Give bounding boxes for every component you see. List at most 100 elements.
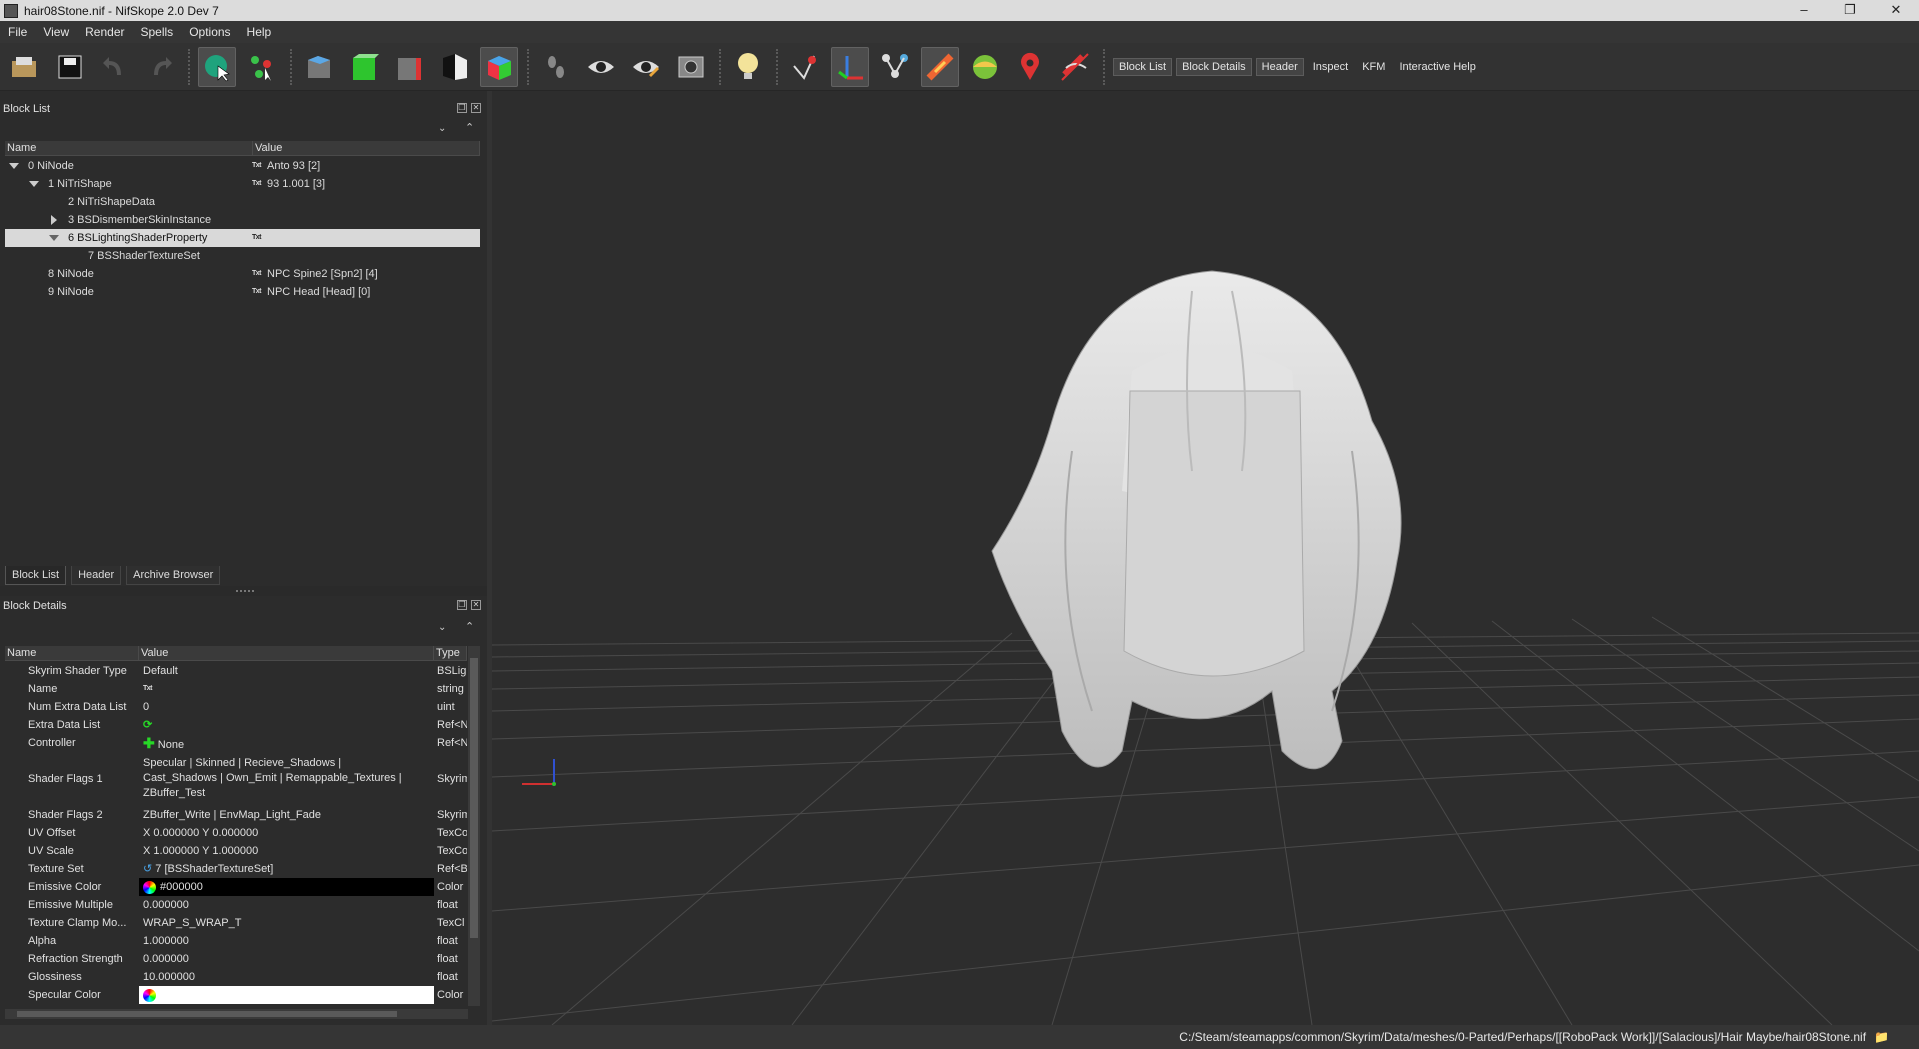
detail-row[interactable]: Specular Color Color	[5, 986, 467, 1004]
save-icon[interactable]	[51, 47, 89, 87]
detail-value[interactable]: #000000	[160, 878, 203, 896]
nodes-icon[interactable]	[876, 47, 914, 87]
toolbar-block-details-button[interactable]: Block Details	[1176, 57, 1252, 76]
details-vertical-scrollbar[interactable]	[468, 646, 480, 1006]
detail-value[interactable]: 10.000000	[139, 968, 434, 986]
detail-value[interactable]: 0	[139, 698, 434, 716]
block-row[interactable]: 9 NiNode Txt NPC Head [Head] [0]	[5, 283, 480, 301]
detail-row[interactable]: UV Offset X 0.000000 Y 0.000000 TexCo	[5, 824, 467, 842]
toolbar-header-button[interactable]: Header	[1255, 57, 1304, 76]
detail-value[interactable]: 0.000000	[139, 896, 434, 914]
tab-archive-browser[interactable]: Archive Browser	[126, 566, 221, 585]
cube-black-icon[interactable]	[435, 47, 473, 87]
detail-value[interactable]: X 0.000000 Y 0.000000	[139, 824, 434, 842]
detail-value[interactable]: X 1.000000 Y 1.000000	[139, 842, 434, 860]
col-name[interactable]: Name	[5, 645, 139, 661]
expand-arrow-icon[interactable]	[9, 163, 19, 169]
menu-spells[interactable]: Spells	[133, 25, 182, 39]
col-name[interactable]: Name	[5, 140, 253, 156]
lightbulb-icon[interactable]	[729, 47, 767, 87]
detail-row[interactable]: Name Txt string	[5, 680, 467, 698]
undo-icon[interactable]	[96, 47, 134, 87]
detail-value[interactable]: 7 [BSShaderTextureSet]	[155, 863, 273, 875]
float-icon[interactable]: ❐	[457, 600, 467, 610]
refresh-list-icon[interactable]: ⟳	[143, 719, 152, 731]
expand-arrow-icon[interactable]	[49, 235, 59, 241]
block-row[interactable]: 0 NiNode Txt Anto 93 [2]	[5, 157, 480, 175]
block-row-selected[interactable]: 6 BSLightingShaderProperty Txt	[5, 229, 480, 247]
restore-icon[interactable]: ❐	[1827, 0, 1873, 21]
collapse-all-icon[interactable]: ⌄	[438, 622, 446, 633]
detail-row[interactable]: Glossiness 10.000000 float	[5, 968, 467, 986]
detail-row[interactable]: Shader Flags 1 Specular | Skinned | Recie…	[5, 752, 467, 806]
open-icon[interactable]	[6, 47, 44, 87]
menu-file[interactable]: File	[0, 25, 35, 39]
detail-row[interactable]: Refraction Strength 0.000000 float	[5, 950, 467, 968]
hide-pencil-icon[interactable]	[1056, 47, 1094, 87]
detail-value[interactable]: Default	[139, 662, 434, 680]
detail-row[interactable]: Emissive Color #000000 Color	[5, 878, 467, 896]
detail-row[interactable]: Extra Data List ⟳ Ref<N	[5, 716, 467, 734]
eye-icon[interactable]	[582, 47, 620, 87]
toolbar-block-list-button[interactable]: Block List	[1113, 57, 1173, 76]
collapsed-arrow-icon[interactable]	[51, 215, 57, 225]
close-panel-icon[interactable]: ✕	[471, 600, 481, 610]
eye-pencil-icon[interactable]	[627, 47, 665, 87]
detail-row[interactable]: Emissive Multiple 0.000000 float	[5, 896, 467, 914]
globe-icon[interactable]	[966, 47, 1004, 87]
menu-view[interactable]: View	[35, 25, 77, 39]
block-row[interactable]: 3 BSDismemberSkinInstance	[5, 211, 480, 229]
minimize-icon[interactable]: –	[1781, 0, 1827, 21]
camera-icon[interactable]	[672, 47, 710, 87]
close-icon[interactable]: ✕	[1873, 0, 1919, 21]
redo-icon[interactable]	[141, 47, 179, 87]
block-row[interactable]: 7 BSShaderTextureSet	[5, 247, 480, 265]
toolbar-inspect-button[interactable]: Inspect	[1308, 59, 1353, 75]
cube-red-icon[interactable]	[390, 47, 428, 87]
3d-viewport[interactable]	[492, 91, 1919, 1025]
col-value[interactable]: Value	[139, 645, 434, 661]
collapse-all-icon[interactable]: ⌄	[438, 123, 446, 134]
detail-row[interactable]: UV Scale X 1.000000 Y 1.000000 TexCo	[5, 842, 467, 860]
detail-row[interactable]: Texture Set ↺ 7 [BSShaderTextureSet] Ref<B	[5, 860, 467, 878]
splitter-handle[interactable]	[236, 590, 254, 592]
wand-icon[interactable]	[921, 46, 959, 87]
close-panel-icon[interactable]: ✕	[471, 103, 481, 113]
detail-row[interactable]: Shader Flags 2 ZBuffer_Write | EnvMap_Lig…	[5, 806, 467, 824]
detail-row[interactable]: Skyrim Shader Type Default BSLig	[5, 662, 467, 680]
footprints-icon[interactable]	[537, 47, 575, 87]
detail-value[interactable]: 0.000000	[139, 950, 434, 968]
float-icon[interactable]: ❐	[457, 103, 467, 113]
tab-block-list[interactable]: Block List	[5, 566, 67, 585]
detail-row[interactable]: Num Extra Data List 0 uint	[5, 698, 467, 716]
scrollbar-thumb[interactable]	[17, 1011, 397, 1017]
toolbar-interactive-help-button[interactable]: Interactive Help	[1394, 59, 1480, 75]
cube-green-icon[interactable]	[345, 47, 383, 87]
link-icon[interactable]: ↺	[143, 863, 152, 875]
select-vertex-icon[interactable]	[243, 47, 281, 87]
details-horizontal-scrollbar[interactable]	[5, 1009, 468, 1019]
cube-gray-icon[interactable]	[300, 47, 338, 87]
folder-icon[interactable]: 📁	[1874, 1030, 1889, 1044]
scrollbar-thumb[interactable]	[470, 658, 478, 938]
select-object-icon[interactable]	[198, 46, 236, 87]
expand-arrow-icon[interactable]	[29, 181, 39, 187]
block-row[interactable]: 1 NiTriShape Txt 93 1.001 [3]	[5, 175, 480, 193]
color-wheel-icon[interactable]	[143, 880, 156, 894]
toolbar-kfm-button[interactable]: KFM	[1357, 59, 1390, 75]
block-row[interactable]: 2 NiTriShapeData	[5, 193, 480, 211]
col-type[interactable]: Type	[434, 645, 467, 661]
vertex-paint-icon[interactable]	[786, 47, 824, 87]
menu-options[interactable]: Options	[181, 25, 238, 39]
detail-row[interactable]: Controller ✚ None Ref<N	[5, 734, 467, 752]
pin-icon[interactable]	[1011, 47, 1049, 87]
add-controller-icon[interactable]: ✚	[143, 735, 155, 751]
detail-value[interactable]: 1.000000	[139, 932, 434, 950]
detail-row[interactable]: Alpha 1.000000 float	[5, 932, 467, 950]
detail-value[interactable]: None	[158, 739, 184, 751]
color-wheel-icon[interactable]	[143, 988, 156, 1002]
axes-icon[interactable]	[831, 46, 869, 87]
tab-header[interactable]: Header	[71, 566, 122, 585]
detail-value[interactable]: WRAP_S_WRAP_T	[139, 914, 434, 932]
detail-value[interactable]: Specular | Skinned | Recieve_Shadows | C…	[139, 752, 434, 806]
